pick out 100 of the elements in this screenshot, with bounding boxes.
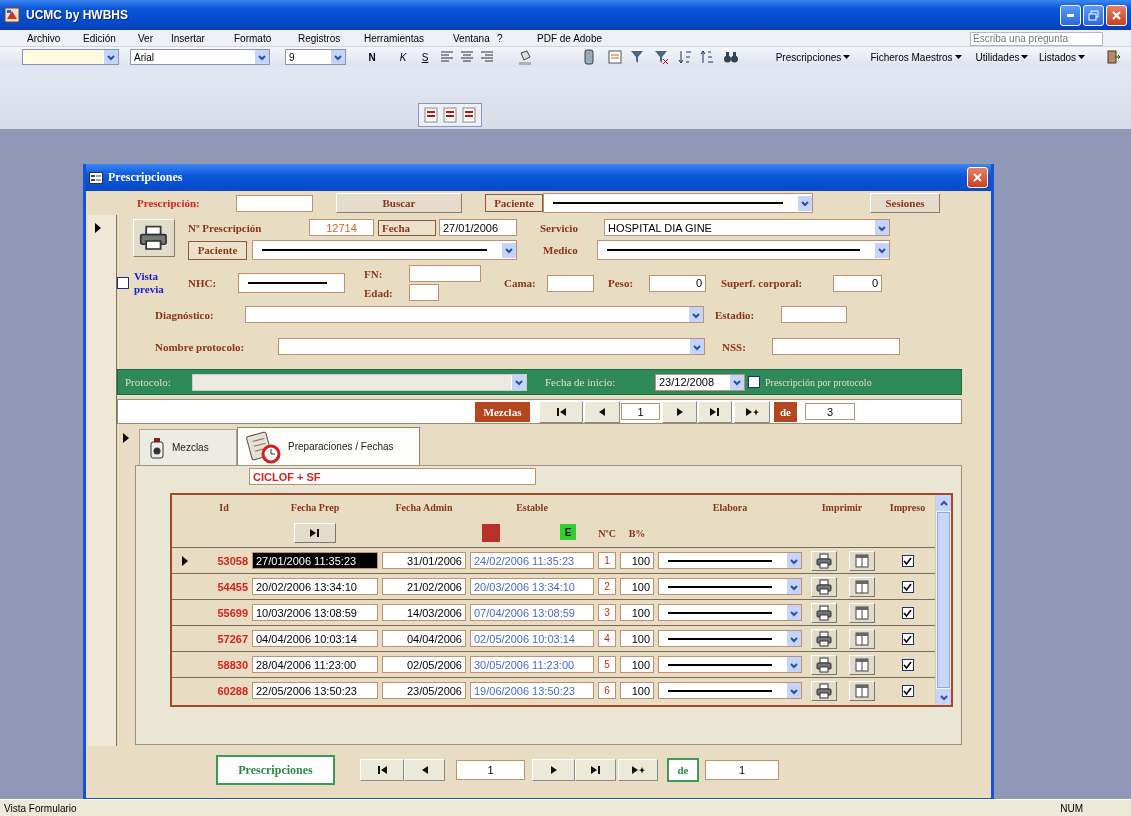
last-record-button[interactable]	[698, 400, 732, 423]
scroll-thumb[interactable]	[937, 512, 950, 688]
input-field[interactable]: 6	[598, 682, 616, 699]
checkbox[interactable]	[901, 555, 914, 567]
combo-box[interactable]: 9	[285, 49, 346, 65]
combo-box[interactable]	[543, 193, 813, 213]
input-field[interactable]: 20/03/2006 13:34:10	[470, 578, 594, 595]
dropdown-button[interactable]	[786, 657, 801, 672]
checkbox[interactable]	[117, 277, 129, 289]
combo-box[interactable]: Arial	[130, 49, 270, 65]
combo-box[interactable]: HOSPITAL DIA GINE	[604, 219, 890, 236]
print-button[interactable]	[811, 680, 837, 701]
input-field[interactable]	[547, 274, 594, 292]
search-button[interactable]: Buscar	[336, 193, 462, 213]
last-record-button[interactable]	[575, 759, 616, 781]
preview-button[interactable]	[849, 550, 875, 571]
properties-button[interactable]	[606, 48, 624, 66]
dropdown-button[interactable]	[254, 50, 269, 64]
combo-box[interactable]	[658, 630, 802, 647]
input-field[interactable]: 1	[705, 760, 779, 780]
dropdown-button[interactable]	[874, 220, 889, 235]
input-field[interactable]: 22/05/2006 13:50:23	[252, 682, 378, 699]
input-field[interactable]: 04/04/2006 10:03:14	[252, 630, 378, 647]
input-field[interactable]: 20/02/2006 13:34:10	[252, 578, 378, 595]
preview-button[interactable]	[849, 680, 875, 701]
input-field[interactable]: 5	[598, 656, 616, 673]
dropdown-button[interactable]	[797, 195, 812, 211]
dropdown-button[interactable]	[786, 579, 801, 594]
delete-filter-button[interactable]	[652, 48, 670, 66]
next-record-button[interactable]	[662, 400, 697, 423]
close-button[interactable]	[1106, 4, 1127, 26]
format-button[interactable]: K	[395, 48, 411, 66]
sort-descending-button[interactable]	[698, 48, 716, 66]
tab[interactable]: Mezclas	[139, 429, 237, 465]
input-field[interactable]: 100	[620, 630, 654, 647]
input-field[interactable]: 02/05/2006 10:03:14	[470, 630, 594, 647]
restore-button[interactable]	[1083, 4, 1104, 26]
input-field[interactable]: 3	[805, 403, 855, 420]
previous-record-button[interactable]	[584, 400, 620, 423]
combo-box[interactable]	[658, 578, 802, 595]
input-field[interactable]: 1	[456, 760, 525, 780]
input-field[interactable]: 27/01/2006 11:35:23	[252, 552, 378, 569]
input-field[interactable]: CICLOF + SF	[249, 468, 536, 485]
document-button[interactable]	[461, 106, 477, 124]
print-button[interactable]	[811, 628, 837, 649]
input-field[interactable]	[238, 273, 345, 293]
combo-box[interactable]	[597, 240, 890, 260]
toolbar-menu[interactable]: Listados	[1031, 48, 1093, 66]
combo-box[interactable]	[658, 682, 802, 699]
next-record-button[interactable]	[532, 759, 575, 781]
checkbox[interactable]	[901, 633, 914, 645]
menu-item[interactable]: ?	[497, 30, 509, 46]
help-search-field[interactable]: Escriba una pregunta	[970, 31, 1103, 46]
menu-item[interactable]: Registros	[298, 30, 356, 46]
input-field[interactable]: 12714	[309, 219, 374, 236]
scroll-up-button[interactable]	[936, 495, 951, 511]
dropdown-button[interactable]	[786, 605, 801, 620]
dropdown-button[interactable]	[688, 307, 703, 322]
input-field[interactable]: 0	[833, 274, 882, 292]
dropdown-button[interactable]	[689, 339, 704, 354]
input-field[interactable]	[772, 338, 900, 355]
new-record-button[interactable]	[618, 759, 658, 781]
combo-box[interactable]	[658, 552, 802, 569]
document-button[interactable]	[442, 106, 458, 124]
dropdown-button[interactable]	[874, 242, 889, 258]
document-button[interactable]	[423, 106, 439, 124]
sort-ascending-button[interactable]	[676, 48, 694, 66]
input-field[interactable]: 23/05/2006	[382, 682, 466, 699]
input-field[interactable]: 28/04/2006 11:23:00	[252, 656, 378, 673]
new-record-button[interactable]	[734, 400, 770, 423]
dropdown-button[interactable]	[330, 50, 345, 64]
menu-item[interactable]: Insertar	[171, 30, 226, 46]
print-button[interactable]	[811, 602, 837, 623]
input-field[interactable]: 14/03/2006	[382, 604, 466, 621]
checkbox[interactable]	[901, 607, 914, 619]
input-field[interactable]: 02/05/2006	[382, 656, 466, 673]
scroll-down-button[interactable]	[936, 689, 951, 705]
preview-button[interactable]	[849, 654, 875, 675]
minimize-button[interactable]	[1060, 4, 1081, 26]
input-field[interactable]	[409, 284, 439, 301]
input-field[interactable]: 100	[620, 656, 654, 673]
preview-button[interactable]	[849, 576, 875, 597]
input-field[interactable]: 2	[598, 578, 616, 595]
input-field[interactable]: 1	[621, 403, 660, 420]
input-field[interactable]: 100	[620, 552, 654, 569]
input-field[interactable]	[409, 265, 481, 282]
menu-item[interactable]: Formato	[234, 30, 292, 46]
input-field[interactable]: 100	[620, 578, 654, 595]
dropdown-button[interactable]	[729, 374, 744, 390]
format-button[interactable]: N	[364, 48, 380, 66]
input-field[interactable]: 07/04/2006 13:08:59	[470, 604, 594, 621]
input-field[interactable]: 31/01/2006	[382, 552, 466, 569]
preview-button[interactable]	[849, 628, 875, 649]
sessions-button[interactable]: Sesiones	[870, 193, 940, 213]
menu-item[interactable]: Ventana	[453, 30, 495, 46]
dropdown-button[interactable]	[103, 50, 118, 64]
checkbox[interactable]	[901, 685, 914, 697]
input-field[interactable]: 21/02/2006	[382, 578, 466, 595]
input-field[interactable]	[781, 306, 847, 323]
format-button[interactable]: S	[417, 48, 433, 66]
